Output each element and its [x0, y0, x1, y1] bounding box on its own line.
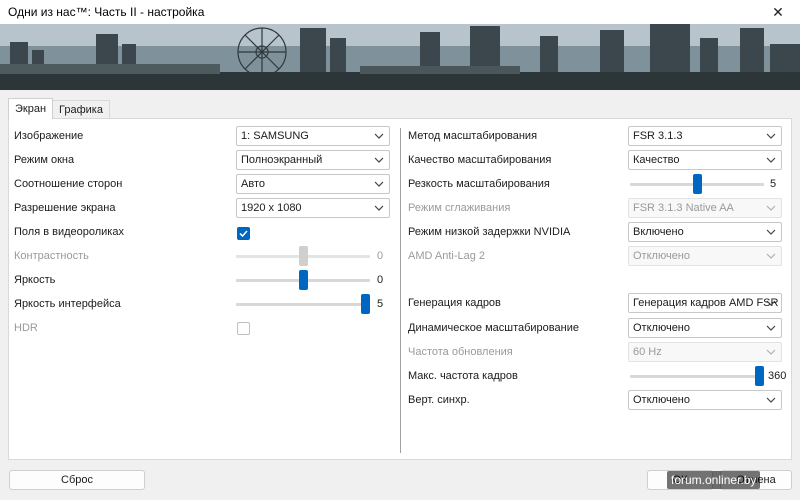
aspect-ratio-select[interactable]: Авто [236, 174, 390, 194]
antialiasing-select[interactable]: FSR 3.1.3 Native AA [628, 198, 782, 218]
column-divider [400, 128, 401, 453]
slider-thumb[interactable] [361, 294, 370, 314]
contrast-label: Контрастность [14, 250, 89, 262]
hdr-checkbox[interactable] [237, 322, 250, 335]
scaling-method-select[interactable]: FSR 3.1.3 [628, 126, 782, 146]
sharpness-label: Резкость масштабирования [408, 178, 550, 190]
tab-graphics[interactable]: Графика [52, 100, 110, 119]
chevron-down-icon [766, 349, 776, 355]
chevron-down-icon [766, 133, 776, 139]
aspect-ratio-label: Соотношение сторон [14, 178, 123, 190]
scaling-quality-value: Качество [633, 154, 680, 166]
window-mode-label: Режим окна [14, 154, 75, 166]
chevron-down-icon [374, 157, 384, 163]
checkmark-icon [239, 230, 248, 238]
close-icon[interactable]: ✕ [756, 0, 800, 24]
vsync-value: Отключено [633, 394, 690, 406]
antialiasing-label: Режим сглаживания [408, 202, 511, 214]
cutscene-bars-checkbox[interactable] [237, 227, 250, 240]
vsync-label: Верт. синхр. [408, 394, 470, 406]
scaling-quality-select[interactable]: Качество [628, 150, 782, 170]
frame-generation-select[interactable]: Генерация кадров AMD FSR [628, 293, 782, 313]
nvidia-reflex-label: Режим низкой задержки NVIDIA [408, 226, 571, 238]
chevron-down-icon [766, 300, 776, 306]
image-select-value: 1: SAMSUNG [241, 130, 309, 142]
dynamic-resolution-value: Отключено [633, 322, 690, 334]
chevron-down-icon [766, 253, 776, 259]
chevron-down-icon [374, 181, 384, 187]
image-select[interactable]: 1: SAMSUNG [236, 126, 390, 146]
brightness-value: 0 [377, 274, 384, 286]
chevron-down-icon [766, 205, 776, 211]
vsync-select[interactable]: Отключено [628, 390, 782, 410]
hdr-label: HDR [14, 322, 38, 334]
resolution-label: Разрешение экрана [14, 202, 116, 214]
cutscene-bars-label: Поля в видеороликах [14, 226, 124, 238]
max-fps-value: 360 [768, 370, 787, 382]
window-mode-select[interactable]: Полноэкранный [236, 150, 390, 170]
slider-track [630, 375, 764, 378]
slider-thumb[interactable] [692, 174, 702, 194]
ui-brightness-value: 5 [377, 298, 384, 310]
chevron-down-icon [374, 133, 384, 139]
refresh-rate-value: 60 Hz [633, 346, 662, 358]
ui-brightness-label: Яркость интерфейса [14, 298, 121, 310]
resolution-value: 1920 x 1080 [241, 202, 302, 214]
ui-brightness-slider[interactable] [236, 294, 370, 314]
nvidia-reflex-select[interactable]: Включено [628, 222, 782, 242]
resolution-select[interactable]: 1920 x 1080 [236, 198, 390, 218]
tab-screen[interactable]: Экран [8, 98, 54, 119]
scaling-quality-label: Качество масштабирования [408, 154, 552, 166]
header-banner-image [0, 24, 800, 90]
slider-thumb[interactable] [298, 270, 308, 290]
sharpness-value: 5 [770, 178, 777, 190]
brightness-label: Яркость [14, 274, 56, 286]
watermark: forum.onliner.by [667, 471, 761, 489]
scaling-method-label: Метод масштабирования [408, 130, 538, 142]
window-mode-value: Полноэкранный [241, 154, 323, 166]
amd-antilag-label: AMD Anti-Lag 2 [408, 250, 486, 262]
chevron-down-icon [766, 157, 776, 163]
max-fps-slider[interactable] [630, 366, 764, 386]
frame-generation-label: Генерация кадров [408, 297, 501, 309]
contrast-value: 0 [377, 250, 384, 262]
brightness-slider[interactable] [236, 270, 370, 290]
frame-generation-value: Генерация кадров AMD FSR [633, 297, 779, 309]
reset-button[interactable]: Сброс [9, 470, 145, 490]
title-bar: Одни из нас™: Часть II - настройка ✕ [0, 0, 800, 24]
window-title: Одни из нас™: Часть II - настройка [8, 5, 205, 19]
chevron-down-icon [766, 397, 776, 403]
tab-bar: Экран Графика [8, 98, 110, 119]
slider-track [236, 303, 370, 306]
scaling-method-value: FSR 3.1.3 [633, 130, 683, 142]
max-fps-label: Макс. частота кадров [408, 370, 518, 382]
chevron-down-icon [374, 205, 384, 211]
dynamic-resolution-select[interactable]: Отключено [628, 318, 782, 338]
antialiasing-value: FSR 3.1.3 Native AA [633, 202, 734, 214]
contrast-slider[interactable] [236, 246, 370, 266]
refresh-rate-select[interactable]: 60 Hz [628, 342, 782, 362]
slider-thumb[interactable] [755, 366, 764, 386]
chevron-down-icon [766, 229, 776, 235]
amd-antilag-select[interactable]: Отключено [628, 246, 782, 266]
refresh-rate-label: Частота обновления [408, 346, 513, 358]
slider-thumb[interactable] [298, 246, 308, 266]
amd-antilag-value: Отключено [633, 250, 690, 262]
aspect-ratio-value: Авто [241, 178, 265, 190]
nvidia-reflex-value: Включено [633, 226, 684, 238]
image-label: Изображение [14, 130, 84, 142]
chevron-down-icon [766, 325, 776, 331]
sharpness-slider[interactable] [630, 174, 764, 194]
dynamic-resolution-label: Динамическое масштабирование [408, 322, 579, 334]
